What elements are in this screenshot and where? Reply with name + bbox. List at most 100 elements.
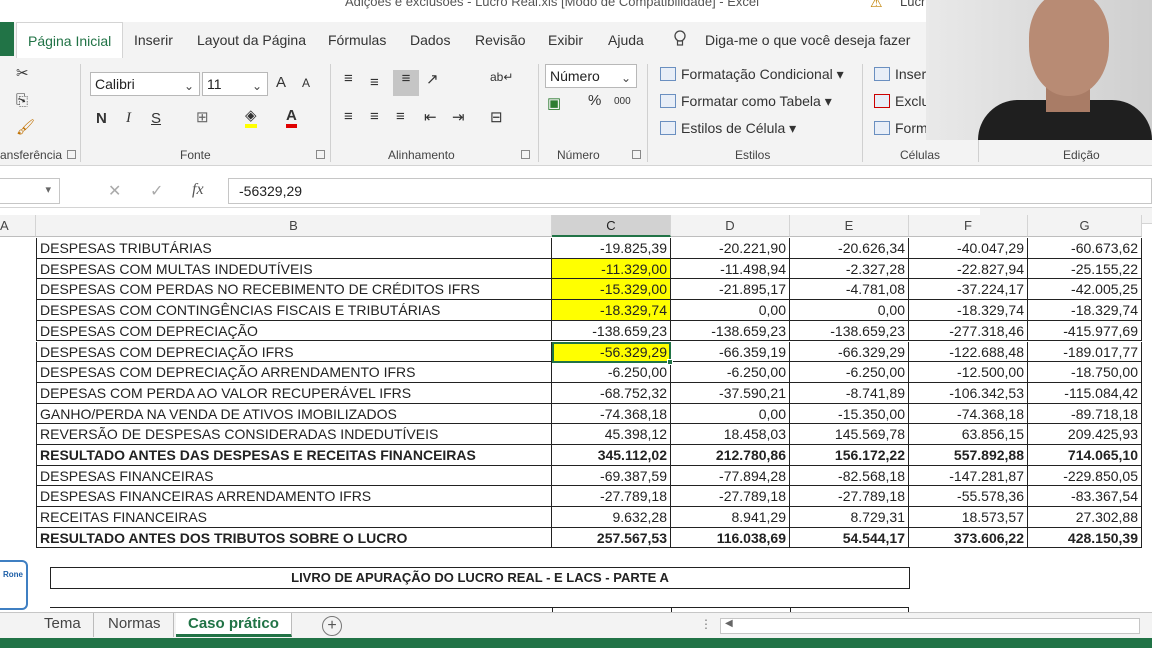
value-cell[interactable]: -20.626,34 <box>790 238 909 259</box>
row-label-cell[interactable]: RESULTADO ANTES DOS TRIBUTOS SOBRE O LUC… <box>36 527 552 549</box>
tab-inserir[interactable]: Inserir <box>134 22 173 58</box>
warning-icon[interactable]: ⚠ <box>870 0 883 11</box>
value-cell[interactable]: -37.224,17 <box>909 279 1028 301</box>
align-top-icon[interactable]: ≡ <box>344 70 353 87</box>
active-cell-selection[interactable] <box>552 342 673 365</box>
tab-exibir[interactable]: Exibir <box>548 22 583 58</box>
value-cell[interactable]: 373.606,22 <box>909 527 1028 549</box>
value-cell[interactable]: -60.673,62 <box>1028 238 1142 259</box>
value-cell[interactable]: -115.084,42 <box>1028 382 1142 404</box>
value-cell[interactable]: 0,00 <box>671 300 790 321</box>
delete-cells-button[interactable]: Exclu <box>874 93 929 109</box>
align-middle-icon[interactable]: ≡ <box>370 74 379 91</box>
align-right-icon[interactable]: ≡ <box>396 108 405 125</box>
row-label-cell[interactable]: RESULTADO ANTES DAS DESPESAS E RECEITAS … <box>36 445 552 466</box>
number-format-select[interactable]: Número ⌄ <box>545 64 637 88</box>
decrease-indent-icon[interactable]: ⇤ <box>424 108 437 126</box>
value-cell[interactable]: 209.425,93 <box>1028 424 1142 445</box>
tab-dados[interactable]: Dados <box>410 22 450 58</box>
tab-revisao[interactable]: Revisão <box>475 22 526 58</box>
value-cell[interactable]: -8.741,89 <box>790 382 909 404</box>
value-cell[interactable]: 116.038,69 <box>671 527 790 549</box>
value-cell[interactable]: -42.005,25 <box>1028 279 1142 301</box>
value-cell[interactable]: -138.659,23 <box>790 320 909 342</box>
more-options-icon[interactable]: ⋮ <box>700 617 712 631</box>
tell-me-search[interactable]: Diga-me o que você deseja fazer <box>705 22 910 58</box>
align-left-icon[interactable]: ≡ <box>344 108 353 125</box>
sheet-tab-tema[interactable]: Tema <box>32 613 94 637</box>
value-cell[interactable]: -74.368,18 <box>909 403 1028 425</box>
value-cell[interactable]: -82.568,18 <box>790 465 909 487</box>
row-label-cell[interactable]: DESPESAS COM DEPRECIAÇÃO IFRS <box>36 341 552 363</box>
format-cells-button[interactable]: Form <box>874 120 928 136</box>
value-cell[interactable]: 63.856,15 <box>909 424 1028 445</box>
fill-handle[interactable] <box>667 359 673 365</box>
value-cell[interactable]: -138.659,23 <box>552 320 671 342</box>
row-label-cell[interactable]: DESPESAS COM MULTAS INDEDUTÍVEIS <box>36 258 552 280</box>
value-cell[interactable]: 212.780,86 <box>671 445 790 466</box>
value-cell[interactable]: 54.544,17 <box>790 527 909 549</box>
value-cell[interactable]: -68.752,32 <box>552 382 671 404</box>
value-cell[interactable]: -37.590,21 <box>671 382 790 404</box>
font-name-select[interactable]: Calibri ⌄ <box>90 72 200 96</box>
bold-button[interactable]: N <box>96 110 107 127</box>
value-cell[interactable]: -415.977,69 <box>1028 320 1142 342</box>
value-cell[interactable]: -21.895,17 <box>671 279 790 301</box>
clipboard-launcher-icon[interactable] <box>67 150 76 159</box>
value-cell[interactable]: -229.850,05 <box>1028 465 1142 487</box>
value-cell[interactable]: -83.367,54 <box>1028 486 1142 508</box>
column-header-a[interactable]: A <box>0 215 36 237</box>
row-label-cell[interactable]: DEPESAS COM PERDA AO VALOR RECUPERÁVEL I… <box>36 382 552 404</box>
value-cell[interactable]: -106.342,53 <box>909 382 1028 404</box>
scroll-left-icon[interactable]: ◀ <box>725 618 733 629</box>
column-header-b[interactable]: B <box>36 215 552 237</box>
tab-layout[interactable]: Layout da Página <box>197 22 306 58</box>
value-cell[interactable]: -6.250,00 <box>671 362 790 383</box>
user-name[interactable]: Lucr <box>900 0 925 9</box>
number-launcher-icon[interactable] <box>632 150 641 159</box>
value-cell[interactable]: 345.112,02 <box>552 445 671 466</box>
value-cell[interactable]: 156.172,22 <box>790 445 909 466</box>
value-cell[interactable]: -66.359,19 <box>671 341 790 363</box>
value-cell[interactable]: -18.329,74 <box>552 300 671 321</box>
thousands-button[interactable]: 000 <box>614 96 631 107</box>
align-center-icon[interactable]: ≡ <box>370 108 379 125</box>
wrap-text-icon[interactable]: ab↵ <box>490 70 513 84</box>
formula-input[interactable]: -56329,29 <box>228 178 1152 204</box>
horizontal-scrollbar[interactable]: ◀ <box>720 618 1140 634</box>
value-cell[interactable]: -27.789,18 <box>552 486 671 508</box>
value-cell[interactable]: 714.065,10 <box>1028 445 1142 466</box>
font-launcher-icon[interactable] <box>316 150 325 159</box>
shrink-font-button[interactable]: A <box>302 76 310 90</box>
row-label-cell[interactable]: RECEITAS FINANCEIRAS <box>36 507 552 528</box>
row-label-cell[interactable]: DESPESAS COM DEPRECIAÇÃO ARRENDAMENTO IF… <box>36 362 552 383</box>
value-cell[interactable]: 8.941,29 <box>671 507 790 528</box>
value-cell[interactable]: -189.017,77 <box>1028 341 1142 363</box>
row-label-cell[interactable]: REVERSÃO DE DESPESAS CONSIDERADAS INDEDU… <box>36 424 552 445</box>
value-cell[interactable]: 428.150,39 <box>1028 527 1142 549</box>
file-tab[interactable] <box>0 22 14 56</box>
format-painter-icon[interactable]: 🖌 <box>16 118 35 136</box>
value-cell[interactable]: -11.329,00 <box>552 258 671 280</box>
alignment-launcher-icon[interactable] <box>521 150 530 159</box>
sheet-tab-normas[interactable]: Normas <box>96 613 174 637</box>
merge-center-icon[interactable]: ⊟ <box>490 108 503 126</box>
value-cell[interactable]: -89.718,18 <box>1028 403 1142 425</box>
copy-icon[interactable]: ⎘ <box>16 92 28 109</box>
value-cell[interactable]: 18.573,57 <box>909 507 1028 528</box>
value-cell[interactable]: 18.458,03 <box>671 424 790 445</box>
insert-function-button[interactable]: fx <box>192 181 204 199</box>
value-cell[interactable]: 27.302,88 <box>1028 507 1142 528</box>
value-cell[interactable]: -74.368,18 <box>552 403 671 425</box>
currency-icon[interactable]: ▣ <box>547 94 561 112</box>
percent-button[interactable]: % <box>588 92 601 109</box>
row-label-cell[interactable]: GANHO/PERDA NA VENDA DE ATIVOS IMOBILIZA… <box>36 403 552 425</box>
enter-icon[interactable]: ✓ <box>150 181 163 201</box>
column-header-f[interactable]: F <box>909 215 1028 237</box>
tab-ajuda[interactable]: Ajuda <box>608 22 644 58</box>
value-cell[interactable]: 45.398,12 <box>552 424 671 445</box>
value-cell[interactable]: -69.387,59 <box>552 465 671 487</box>
tab-formulas[interactable]: Fórmulas <box>328 22 386 58</box>
name-box[interactable]: ▾ <box>0 178 60 204</box>
value-cell[interactable]: 257.567,53 <box>552 527 671 549</box>
